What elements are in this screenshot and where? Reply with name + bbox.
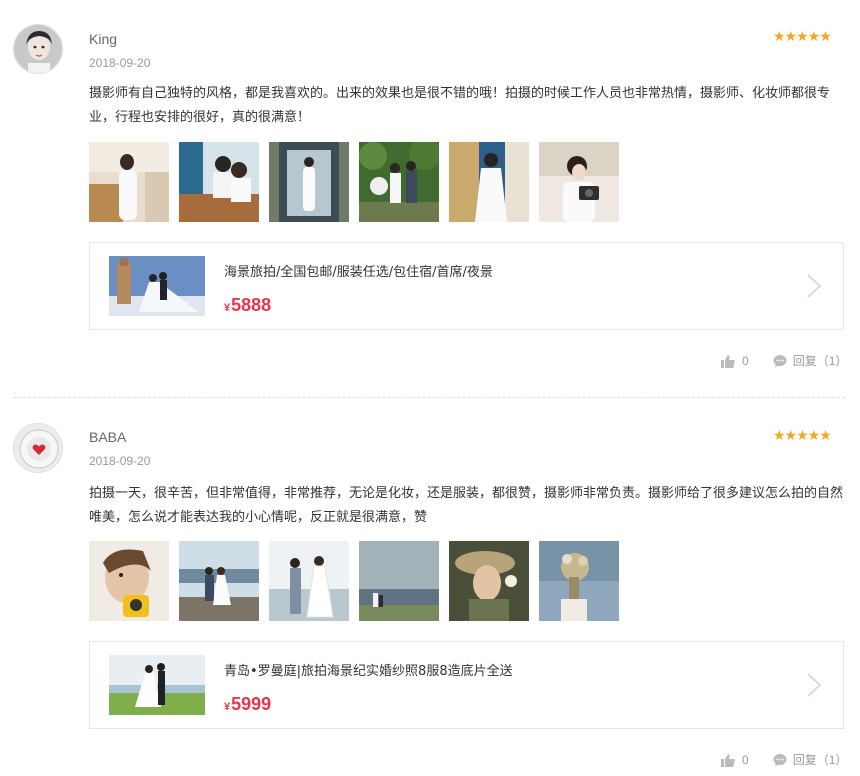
product-price: ¥5999: [224, 694, 271, 715]
avatar[interactable]: [13, 24, 63, 74]
review-item: King 2018-09-20 ★★★★★ 摄影师有自己独特的风格，都是我喜欢的…: [0, 0, 860, 396]
product-name: 青岛•罗曼庭|旅拍海景纪实婚纱照8服8造底片全送: [224, 664, 513, 679]
review-photo[interactable]: [89, 541, 169, 621]
chat-bubble-icon[interactable]: [773, 753, 787, 767]
currency-symbol: ¥: [224, 701, 231, 713]
review-photo[interactable]: [359, 142, 439, 222]
chevron-right-icon[interactable]: [805, 273, 823, 299]
review-date: 2018-09-20: [89, 56, 151, 70]
review-photo[interactable]: [539, 142, 619, 222]
currency-symbol: ¥: [224, 302, 231, 314]
rating-stars: ★★★★★: [773, 428, 832, 444]
chat-bubble-icon[interactable]: [773, 354, 787, 368]
thumbs-up-icon[interactable]: [721, 354, 735, 368]
avatar[interactable]: [13, 423, 63, 473]
product-thumbnail: [109, 655, 205, 715]
username: BABA: [89, 429, 127, 445]
review-text: 摄影师有自己独特的风格，都是我喜欢的。出来的效果也是很不错的哦！拍摄的时候工作人…: [89, 86, 831, 125]
review-date: 2018-09-20: [89, 454, 151, 468]
review-photo[interactable]: [449, 541, 529, 621]
product-price: ¥5888: [224, 295, 271, 316]
reply-button[interactable]: 回复（1）: [793, 751, 848, 768]
review-photo[interactable]: [449, 142, 529, 222]
price-value: 5999: [231, 694, 272, 714]
photo-gallery: [89, 541, 619, 621]
review-photo[interactable]: [359, 541, 439, 621]
rating-stars: ★★★★★: [773, 29, 832, 45]
review-actions: 0 回复（1）: [721, 352, 847, 369]
review-photo[interactable]: [269, 142, 349, 222]
username: King: [89, 31, 118, 47]
chevron-right-icon[interactable]: [805, 672, 823, 698]
thumbs-up-icon[interactable]: [721, 753, 735, 767]
reply-button[interactable]: 回复（1）: [793, 352, 848, 369]
review-item: BABA 2018-09-20 ★★★★★ 拍摄一天，很辛苦，但非常值得，非常推…: [0, 398, 860, 776]
review-photo[interactable]: [269, 541, 349, 621]
like-count: 0: [742, 353, 749, 368]
review-text: 拍摄一天，很辛苦，但非常值得，非常推荐，无论是化妆，还是服装，都很赞，摄影师非常…: [89, 486, 844, 525]
review-photo[interactable]: [89, 142, 169, 222]
review-photo[interactable]: [179, 142, 259, 222]
like-count: 0: [742, 752, 749, 767]
product-name: 海景旅拍/全国包邮/服装任选/包住宿/首席/夜景: [224, 265, 493, 280]
review-photo[interactable]: [179, 541, 259, 621]
product-card[interactable]: 青岛•罗曼庭|旅拍海景纪实婚纱照8服8造底片全送 ¥5999: [89, 641, 844, 729]
product-card[interactable]: 海景旅拍/全国包邮/服装任选/包住宿/首席/夜景 ¥5888: [89, 242, 844, 330]
review-actions: 0 回复（1）: [721, 751, 847, 768]
photo-gallery: [89, 142, 619, 222]
review-photo[interactable]: [539, 541, 619, 621]
product-thumbnail: [109, 256, 205, 316]
price-value: 5888: [231, 295, 272, 315]
